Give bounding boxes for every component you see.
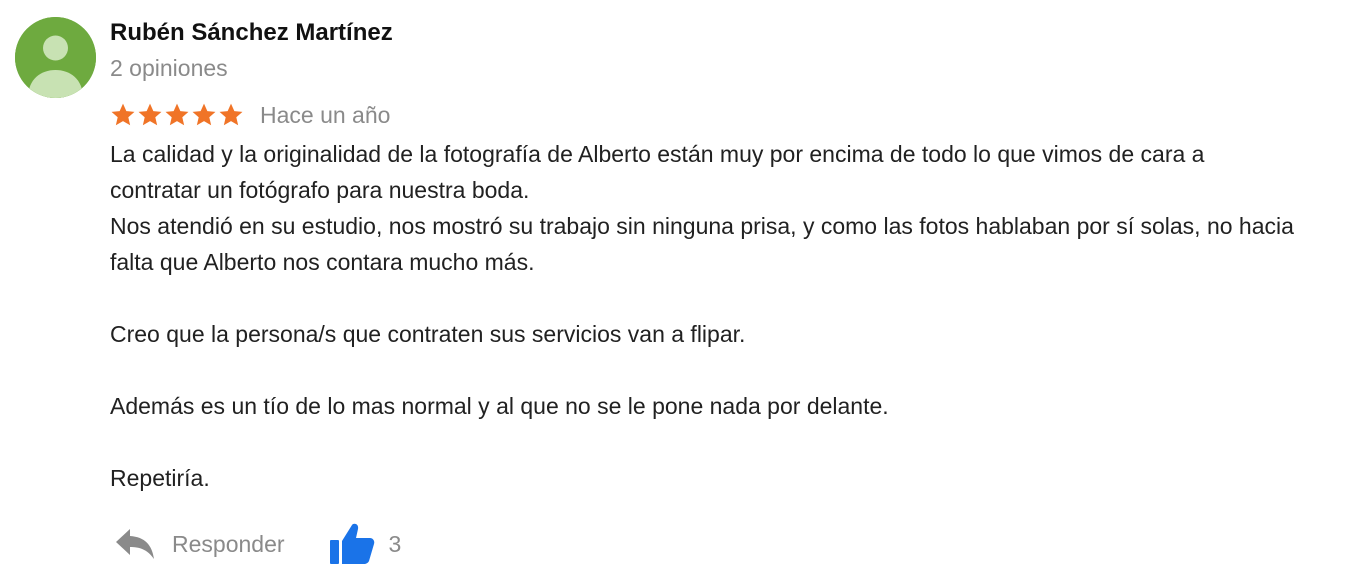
star-icon <box>192 103 216 126</box>
reply-button[interactable]: Responder <box>110 527 285 561</box>
thumbs-up-icon <box>329 523 374 564</box>
like-button[interactable]: 3 <box>329 523 402 565</box>
review-paragraph: La calidad y la originalidad de la fotog… <box>110 136 1300 280</box>
review-text-line: La calidad y la originalidad de la fotog… <box>110 141 1205 203</box>
reply-arrow-icon <box>116 529 154 559</box>
review-body: La calidad y la originalidad de la fotog… <box>110 136 1300 496</box>
user-silhouette-icon <box>15 17 96 98</box>
review-paragraph: Creo que la persona/s que contraten sus … <box>110 316 1300 352</box>
star-icon <box>165 103 189 126</box>
star-rating <box>110 102 244 128</box>
like-count: 3 <box>388 530 402 557</box>
review-text-line: Nos atendió en su estudio, nos mostró su… <box>110 213 1294 275</box>
review-date: Hace un año <box>260 102 391 128</box>
star-icon <box>219 103 243 126</box>
author-avatar[interactable] <box>15 17 96 98</box>
author-name[interactable]: Rubén Sánchez Martínez <box>110 18 393 48</box>
review-text-line: Además es un tío de lo mas normal y al q… <box>110 393 889 419</box>
rating-row: Hace un año <box>110 99 390 131</box>
author-review-count[interactable]: 2 opiniones <box>110 53 228 83</box>
review-text-line: Repetiría. <box>110 465 210 491</box>
review-actions: Responder 3 <box>110 520 401 568</box>
star-icon <box>111 103 135 126</box>
review-paragraph: Repetiría. <box>110 460 1300 496</box>
reply-label: Responder <box>172 530 285 557</box>
star-icon <box>138 103 162 126</box>
review-text-line: Creo que la persona/s que contraten sus … <box>110 321 746 347</box>
review-card: Rubén Sánchez Martínez 2 opiniones Hace … <box>0 0 1346 586</box>
review-paragraph: Además es un tío de lo mas normal y al q… <box>110 388 1300 424</box>
